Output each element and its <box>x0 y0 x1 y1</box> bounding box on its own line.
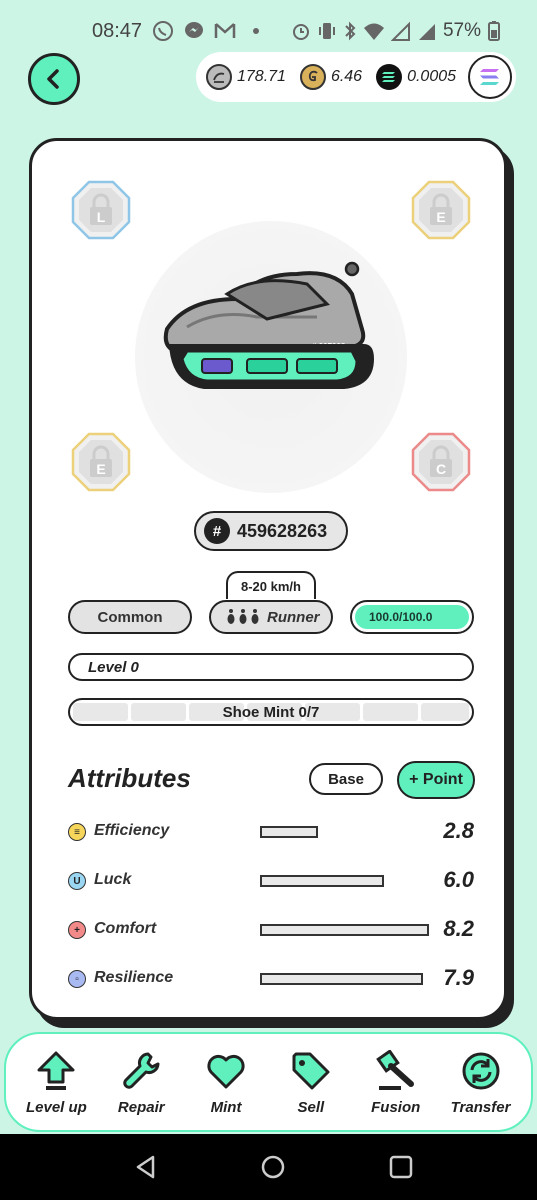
attribute-row-comfort: + Comfort 8.2 <box>68 915 474 945</box>
mint-segment <box>363 703 418 721</box>
transfer-icon <box>459 1049 503 1093</box>
hammer-icon <box>374 1049 418 1093</box>
durability-value: 100.0/100.0 <box>355 605 469 629</box>
mint-segment <box>421 703 469 721</box>
gem-slot-comfort[interactable]: C <box>411 432 471 492</box>
sneaker-id-badge: # 459628263 <box>194 511 348 551</box>
dot-icon <box>245 20 267 42</box>
comfort-icon: + <box>68 921 86 939</box>
system-icons: 57% <box>291 20 501 42</box>
gem-slot-letter: E <box>436 209 446 225</box>
mint-segment <box>131 703 186 721</box>
wifi-icon <box>363 23 384 40</box>
durability-bar: 100.0/100.0 <box>350 600 474 634</box>
attribute-name: Comfort <box>94 920 157 937</box>
gem-slot-efficiency-top[interactable]: E <box>411 180 471 240</box>
efficiency-icon: ≡ <box>68 823 86 841</box>
attribute-row-resilience: ▫ Resilience 7.9 <box>68 964 474 994</box>
gem-slot-luck[interactable]: L <box>71 180 131 240</box>
sneaker-image: # 207928 <box>157 259 382 409</box>
tag-icon <box>289 1049 333 1093</box>
bottom-action-bar: Level up Repair Mint Sell Fusion Transfe… <box>0 1030 537 1134</box>
attribute-row-luck: U Luck 6.0 <box>68 866 474 896</box>
level-label: Level 0 <box>88 658 139 676</box>
gem-slot-letter: L <box>96 209 106 225</box>
attribute-bar-fill <box>260 973 423 985</box>
alarm-icon <box>292 24 309 40</box>
signal-icon <box>390 21 410 41</box>
whatsapp-icon <box>152 20 174 42</box>
status-time: 08:47 <box>92 20 143 42</box>
speed-range-label: 8-20 km/h <box>226 571 316 599</box>
recents-square-icon[interactable] <box>388 1154 414 1180</box>
gst-icon <box>206 64 232 90</box>
mint-button[interactable]: Mint <box>186 1049 266 1116</box>
gem-slot-efficiency-bottom[interactable]: E <box>71 432 131 492</box>
attribute-bar-fill <box>260 875 384 887</box>
shoe-mint-bar: Shoe Mint 0/7 <box>68 698 474 726</box>
sol-balance: 0.0005 <box>376 64 456 90</box>
heart-icon <box>204 1049 248 1093</box>
android-navigation-bar <box>0 1134 537 1200</box>
back-triangle-icon[interactable] <box>133 1154 159 1180</box>
attribute-row-efficiency: ≡ Efficiency 2.8 <box>68 817 474 847</box>
solana-coin-icon <box>376 64 403 90</box>
attributes-title: Attributes <box>68 763 191 793</box>
mint-segment <box>73 703 128 721</box>
wallet-balance-bar: 178.71 6.46 0.0005 <box>196 52 516 102</box>
footprints-icon <box>227 609 259 624</box>
gem-slot-letter: E <box>96 461 106 477</box>
notification-icons <box>152 20 267 42</box>
attribute-name: Resilience <box>94 969 174 986</box>
gst-balance: 178.71 <box>206 64 286 90</box>
bluetooth-icon <box>345 21 356 41</box>
attribute-value: 7.9 <box>443 965 474 990</box>
gmt-balance: 6.46 <box>299 64 362 90</box>
solana-icon <box>480 69 499 85</box>
vibrate-icon <box>318 23 335 39</box>
fusion-button[interactable]: Fusion <box>356 1049 436 1116</box>
attribute-value: 2.8 <box>443 818 474 843</box>
solana-wallet-button[interactable] <box>468 55 512 99</box>
repair-icon <box>119 1049 163 1093</box>
attribute-name: Luck <box>94 871 132 888</box>
messenger-icon <box>183 20 205 42</box>
battery-icon <box>488 21 500 41</box>
back-button[interactable] <box>28 53 80 105</box>
attribute-bar-fill <box>260 826 318 838</box>
gem-slot-letter: C <box>435 461 447 477</box>
hash-icon: # <box>204 518 230 544</box>
type-badge: Runner <box>209 600 333 634</box>
attribute-value: 8.2 <box>443 916 474 941</box>
attribute-name: Efficiency <box>94 822 170 839</box>
sneaker-card: L E E C # 459628263 8-20 km/h Common Run… <box>29 138 507 1020</box>
level-bar: Level 0 <box>68 653 474 681</box>
level-up-button[interactable]: Level up <box>16 1049 96 1116</box>
mint-label: Shoe Mint 0/7 <box>222 703 320 721</box>
repair-button[interactable]: Repair <box>101 1049 181 1116</box>
level-up-icon <box>34 1049 78 1093</box>
sell-button[interactable]: Sell <box>271 1049 351 1116</box>
home-circle-icon[interactable] <box>260 1154 286 1180</box>
gmt-icon <box>299 64 326 90</box>
luck-icon: U <box>68 872 86 890</box>
resilience-icon: ▫ <box>68 970 86 988</box>
gmail-icon <box>214 20 236 42</box>
quality-badge: Common <box>68 600 192 634</box>
base-toggle-button[interactable]: Base <box>309 763 383 795</box>
add-point-button[interactable]: + Point <box>397 761 475 799</box>
transfer-button[interactable]: Transfer <box>441 1049 521 1116</box>
battery-percent: 57% <box>442 20 481 41</box>
attribute-value: 6.0 <box>443 867 474 892</box>
type-label: Runner <box>267 608 320 626</box>
attribute-bar-fill <box>260 924 429 936</box>
sneaker-id: 459628263 <box>237 520 328 541</box>
signal-r-icon <box>418 24 435 40</box>
chevron-left-icon <box>47 69 59 89</box>
